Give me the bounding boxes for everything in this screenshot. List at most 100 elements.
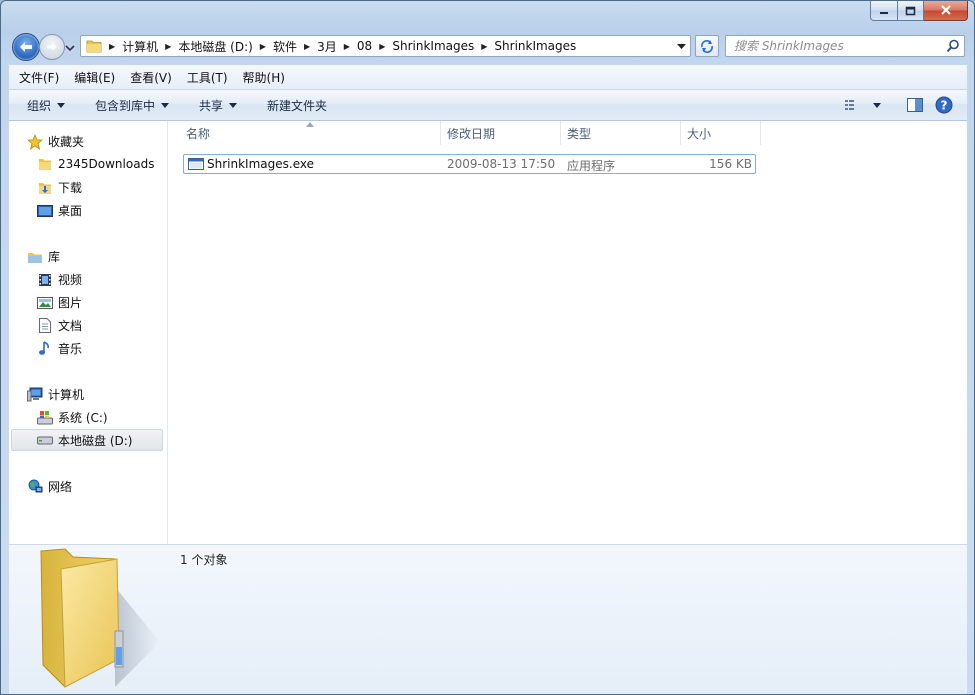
- application-exe-icon: [188, 158, 204, 170]
- navigation-pane: 收藏夹 2345Downloads 下载 桌面 库 视频 图片 文档 音乐 计算…: [9, 121, 168, 544]
- menu-edit[interactable]: 编辑(E): [64, 69, 120, 86]
- view-options-button[interactable]: [845, 99, 881, 111]
- refresh-button[interactable]: [695, 35, 719, 57]
- menu-tools[interactable]: 工具(T): [177, 69, 233, 86]
- sidebar-item-label: 图片: [58, 296, 83, 310]
- file-name: ShrinkImages.exe: [207, 157, 314, 171]
- sidebar-item-documents[interactable]: 文档: [37, 317, 82, 334]
- new-folder-button[interactable]: 新建文件夹: [267, 97, 327, 114]
- drive-icon: [37, 432, 53, 448]
- breadcrumb-separator[interactable]: ▶: [304, 42, 310, 51]
- breadcrumb-separator[interactable]: ▶: [379, 42, 385, 51]
- address-dropdown-icon[interactable]: [677, 43, 686, 50]
- dropdown-arrow-icon: [57, 102, 66, 108]
- pictures-icon: [37, 295, 53, 311]
- column-header-date[interactable]: 修改日期: [447, 121, 557, 145]
- organize-button[interactable]: 组织: [27, 97, 66, 114]
- folder-icon: [86, 40, 102, 53]
- computer-icon: [27, 387, 43, 403]
- new-folder-label: 新建文件夹: [267, 98, 328, 113]
- sidebar-item-label: 文档: [58, 319, 83, 333]
- star-icon: [27, 133, 43, 150]
- file-row[interactable]: ShrinkImages.exe 2009-08-13 17:50 应用程序 1…: [183, 154, 756, 174]
- preview-pane-button[interactable]: [907, 98, 923, 112]
- sidebar-favorites-label: 收藏夹: [48, 135, 85, 149]
- include-in-library-button[interactable]: 包含到库中: [95, 97, 170, 114]
- sidebar-item-drive-c[interactable]: 系统 (C:): [37, 409, 108, 426]
- details-pane: 1 个对象: [9, 544, 967, 694]
- sidebar-computer[interactable]: 计算机: [27, 386, 84, 403]
- sidebar-network[interactable]: 网络: [27, 478, 72, 495]
- menu-bar: 文件(F) 编辑(E) 查看(V) 工具(T) 帮助(H): [9, 65, 967, 90]
- breadcrumb-08[interactable]: 08: [357, 39, 372, 53]
- search-input[interactable]: [726, 36, 944, 56]
- column-divider[interactable]: [680, 121, 681, 145]
- search-box[interactable]: [725, 35, 965, 57]
- sidebar-item-label: 系统 (C:): [58, 411, 108, 425]
- sidebar-network-label: 网络: [48, 480, 73, 494]
- include-in-library-label: 包含到库中: [95, 98, 156, 113]
- sidebar-item-videos[interactable]: 视频: [37, 271, 82, 288]
- column-divider[interactable]: [760, 121, 761, 145]
- forward-button[interactable]: [39, 34, 65, 60]
- breadcrumb-separator[interactable]: ▶: [165, 42, 171, 51]
- explorer-window: ▶ 计算机 ▶ 本地磁盘 (D:) ▶ 软件 ▶ 3月 ▶ 08 ▶ Shrin…: [0, 0, 975, 695]
- document-icon: [37, 318, 53, 334]
- close-button[interactable]: [924, 1, 968, 21]
- sidebar-item-desktop[interactable]: 桌面: [37, 202, 82, 219]
- network-icon: [27, 479, 43, 495]
- magnifier-icon[interactable]: [946, 39, 960, 53]
- sidebar-item-label: 音乐: [58, 342, 83, 356]
- menu-view[interactable]: 查看(V): [120, 69, 177, 86]
- refresh-icon: [701, 40, 713, 53]
- breadcrumb-shrinkimages[interactable]: ShrinkImages: [392, 39, 474, 53]
- sidebar-favorites[interactable]: 收藏夹: [27, 133, 84, 150]
- caption-buttons: [870, 1, 968, 21]
- breadcrumb-separator[interactable]: ▶: [109, 42, 115, 51]
- share-button[interactable]: 共享: [199, 97, 238, 114]
- maximize-button[interactable]: [898, 1, 924, 21]
- breadcrumb-drive-d[interactable]: 本地磁盘 (D:): [178, 38, 252, 55]
- breadcrumb-separator[interactable]: ▶: [344, 42, 350, 51]
- breadcrumb-separator[interactable]: ▶: [481, 42, 487, 51]
- minimize-icon: [880, 11, 888, 14]
- file-modified: 2009-08-13 17:50: [447, 157, 556, 171]
- address-bar[interactable]: ▶ 计算机 ▶ 本地磁盘 (D:) ▶ 软件 ▶ 3月 ▶ 08 ▶ Shrin…: [80, 35, 691, 57]
- column-header-type[interactable]: 类型: [567, 121, 677, 145]
- folder-icon: [37, 156, 53, 172]
- preview-pane-icon: [907, 98, 923, 112]
- column-header-size[interactable]: 大小: [687, 121, 747, 145]
- command-bar: 组织 包含到库中 共享 新建文件夹 ?: [9, 90, 967, 121]
- sidebar-item-drive-d[interactable]: 本地磁盘 (D:): [11, 429, 163, 451]
- column-divider[interactable]: [560, 121, 561, 145]
- breadcrumb-separator[interactable]: ▶: [260, 42, 266, 51]
- system-drive-icon: [37, 410, 53, 426]
- sidebar-item-music[interactable]: 音乐: [37, 340, 82, 357]
- sidebar-item-downloads[interactable]: 下载: [37, 179, 82, 196]
- help-icon: ?: [935, 96, 953, 114]
- column-divider[interactable]: [440, 121, 441, 145]
- title-bar[interactable]: [1, 1, 974, 31]
- breadcrumb-shrinkimages-current[interactable]: ShrinkImages: [494, 39, 576, 53]
- forward-arrow-icon: [47, 43, 57, 51]
- file-list-pane: 名称 修改日期 类型 大小 ShrinkImages.exe 2009-08-1…: [168, 121, 967, 544]
- back-button[interactable]: [12, 33, 40, 61]
- maximize-icon: [905, 6, 916, 15]
- video-icon: [37, 272, 53, 288]
- menu-help[interactable]: 帮助(H): [233, 69, 290, 86]
- close-icon: [940, 5, 951, 15]
- navigation-row: ▶ 计算机 ▶ 本地磁盘 (D:) ▶ 软件 ▶ 3月 ▶ 08 ▶ Shrin…: [1, 31, 974, 63]
- sidebar-item-2345downloads[interactable]: 2345Downloads: [37, 156, 154, 172]
- breadcrumb-march[interactable]: 3月: [317, 38, 337, 55]
- menu-file[interactable]: 文件(F): [9, 69, 64, 86]
- breadcrumb-computer[interactable]: 计算机: [122, 38, 158, 55]
- dropdown-arrow-icon: [873, 102, 881, 108]
- downloads-folder-icon: [37, 180, 53, 196]
- sidebar-item-pictures[interactable]: 图片: [37, 294, 82, 311]
- breadcrumb-software[interactable]: 软件: [273, 38, 297, 55]
- sidebar-libraries[interactable]: 库: [27, 248, 60, 265]
- column-header-name[interactable]: 名称: [186, 121, 436, 145]
- help-button[interactable]: ?: [935, 96, 953, 114]
- minimize-button[interactable]: [870, 1, 898, 21]
- recent-pages-button[interactable]: [65, 41, 77, 52]
